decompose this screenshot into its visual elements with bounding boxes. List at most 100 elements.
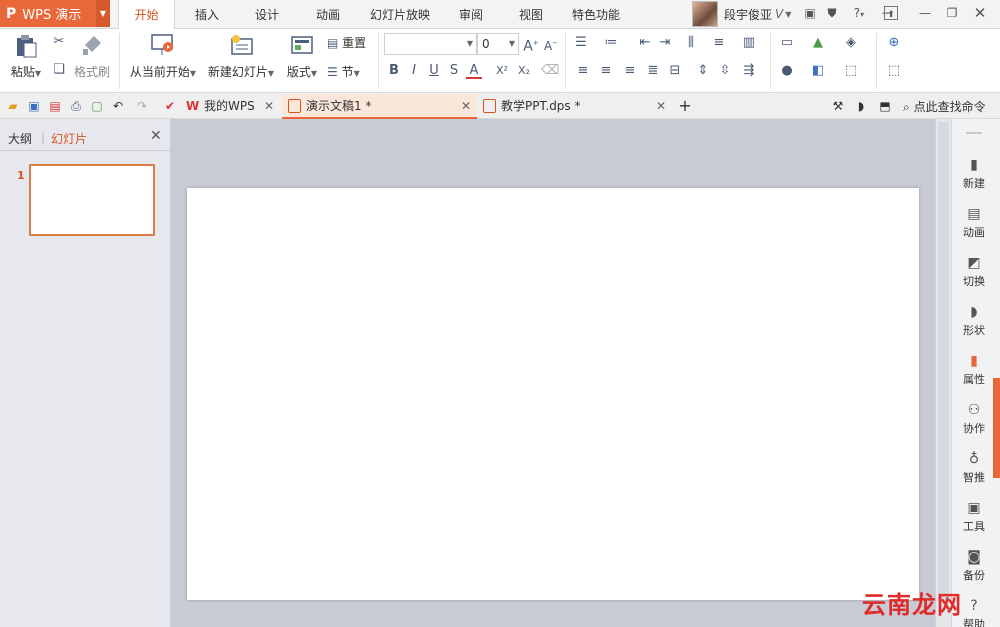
minimize-icon[interactable]: — [917,5,933,21]
close-icon[interactable]: ✕ [461,94,471,118]
tab-slideshow[interactable]: 幻灯片放映 [360,0,440,29]
cut-icon[interactable]: ✂ [51,34,67,50]
tab-document-2[interactable]: 教学PPT.dps * ✕ [477,94,672,119]
shape-icon[interactable]: ● [779,63,795,79]
preview-icon[interactable]: ▢ [89,98,105,114]
format-painter-button[interactable]: 格式刷 [72,33,112,80]
text-direction-icon[interactable]: ⫼ [683,35,699,51]
sidebar-animation[interactable]: ▤ 动画 [952,206,996,240]
bookmark-icon[interactable]: ◗ [853,98,869,114]
close-icon[interactable]: ✕ [150,128,162,144]
section-button[interactable]: ☰ 节▼ [327,63,373,80]
columns-icon[interactable]: ▥ [741,35,757,51]
close-icon[interactable]: ✕ [264,94,274,118]
numbering-icon[interactable]: ≔ [603,35,619,51]
shrink-font-icon[interactable]: A− [543,35,559,53]
sidebar-smart-push[interactable]: ♁ 智推 [952,451,996,485]
chevron-down-icon[interactable]: ▼ [96,0,110,27]
strikethrough-button[interactable]: S [446,63,462,79]
upload-icon[interactable]: ⬆ [884,6,898,20]
tab-view[interactable]: 视图 [506,0,556,29]
layout-button[interactable]: 版式▼ [284,33,320,80]
arrange-icon[interactable]: ◧ [810,63,826,79]
save-icon[interactable]: ▣ [26,98,42,114]
undo-icon[interactable]: ↶ [110,98,126,114]
textbox-icon[interactable]: ▭ [779,35,795,51]
pane-toggle-handle[interactable] [993,378,1000,478]
sidebar-properties[interactable]: ▮ 属性 [952,353,996,387]
close-icon[interactable]: ✕ [972,5,988,21]
para-spacing-icon[interactable]: ⇕ [695,63,711,79]
command-search[interactable]: ⌕ 点此查找命令 [903,98,986,115]
tool-icon[interactable]: ⚒ [830,98,846,114]
shirt-icon[interactable]: ⛊ [824,5,840,21]
font-size-combo[interactable]: 0 ▼ [477,33,519,55]
restore-icon[interactable]: ❐ [944,5,960,21]
share-icon[interactable]: ⬒ [877,98,893,114]
tab-home[interactable]: 开始 [118,0,175,29]
play-from-current-button[interactable]: 从当前开始▼ [127,33,199,80]
scrollbar-thumb[interactable] [938,122,949,602]
tab-outline[interactable]: 大纲 [8,130,32,147]
font-name-combo[interactable]: ▼ [384,33,477,55]
picture-icon[interactable]: ▲ [810,35,826,51]
sidebar-shapes[interactable]: ◗ 形状 [952,304,996,338]
tab-review[interactable]: 审阅 [446,0,496,29]
paste-button[interactable]: 粘贴▼ [6,33,46,80]
select-icon[interactable]: ⬚ [886,63,902,79]
slide-canvas[interactable] [187,188,919,600]
redo-icon[interactable]: ↷ [134,98,150,114]
justify-icon[interactable]: ≣ [645,63,661,79]
align-center-icon[interactable]: ≡ [598,63,614,79]
sidebar-backup[interactable]: ◙ 备份 [952,549,996,583]
tab-animation[interactable]: 动画 [303,0,353,29]
tab-my-wps[interactable]: W 我的WPS ✕ [180,94,280,119]
line-space-icon[interactable]: ⇳ [717,63,733,79]
tab-document-1[interactable]: 演示文稿1 * ✕ [282,94,477,119]
open-folder-icon[interactable]: ▰ [5,98,21,114]
increase-indent-icon[interactable]: ⇥ [657,35,673,51]
customize-icon[interactable]: ✔ [162,98,178,114]
distribute-icon[interactable]: ⊟ [667,63,683,79]
outline-icon[interactable]: ⬚ [843,63,859,79]
find-icon[interactable]: ⊕ [886,35,902,51]
avatar[interactable] [692,1,718,27]
subscript-button[interactable]: X₂ [514,63,534,79]
vertical-scrollbar[interactable] [935,119,951,627]
tab-insert[interactable]: 插入 [182,0,232,29]
font-color-button[interactable]: A [466,63,482,79]
decrease-indent-icon[interactable]: ⇤ [637,35,653,51]
grow-font-icon[interactable]: A+ [523,35,539,55]
align-left-icon[interactable]: ≡ [575,63,591,79]
italic-button[interactable]: I [406,63,422,79]
line-spacing-icon[interactable]: ≡ [711,35,727,51]
indent-options-icon[interactable]: ⇶ [741,63,757,79]
tab-design[interactable]: 设计 [242,0,292,29]
new-slide-button[interactable]: 新建幻灯片▼ [205,33,277,80]
reset-button[interactable]: ▤ 重置 [327,34,373,51]
underline-button[interactable]: U [426,63,442,79]
help-icon[interactable]: ?▾ [848,5,870,21]
clear-format-icon[interactable]: ⌫ [541,63,559,79]
pdf-icon[interactable]: ▤ [47,98,63,114]
slide-thumbnail[interactable] [29,164,155,236]
sidebar-tools[interactable]: ▣ 工具 [952,500,996,534]
new-tab-icon[interactable]: + [677,98,693,114]
sidebar-new[interactable]: ▮ 新建 [952,157,996,191]
print-icon[interactable]: ⎙ [68,98,84,114]
copy-icon[interactable]: ❏ [51,62,67,78]
sidebar-collaborate[interactable]: ⚇ 协作 [952,402,996,436]
fill-icon[interactable]: ◈ [843,35,859,51]
app-menu-button[interactable]: P WPS 演示 ▼ [0,0,110,27]
tab-slides[interactable]: 幻灯片 [51,130,87,147]
align-right-icon[interactable]: ≡ [622,63,638,79]
bold-button[interactable]: B [386,63,402,79]
sidebar-transition[interactable]: ◩ 切换 [952,255,996,289]
tab-special[interactable]: 特色功能 [566,0,626,29]
user-area[interactable]: 段宇俊亚 V ▼ [692,0,791,28]
close-icon[interactable]: ✕ [656,94,666,118]
chevron-down-icon[interactable]: ▼ [785,10,791,19]
superscript-button[interactable]: X² [492,63,512,79]
bullets-icon[interactable]: ☰ [573,35,589,51]
skin-icon[interactable]: ▣ [802,5,818,21]
